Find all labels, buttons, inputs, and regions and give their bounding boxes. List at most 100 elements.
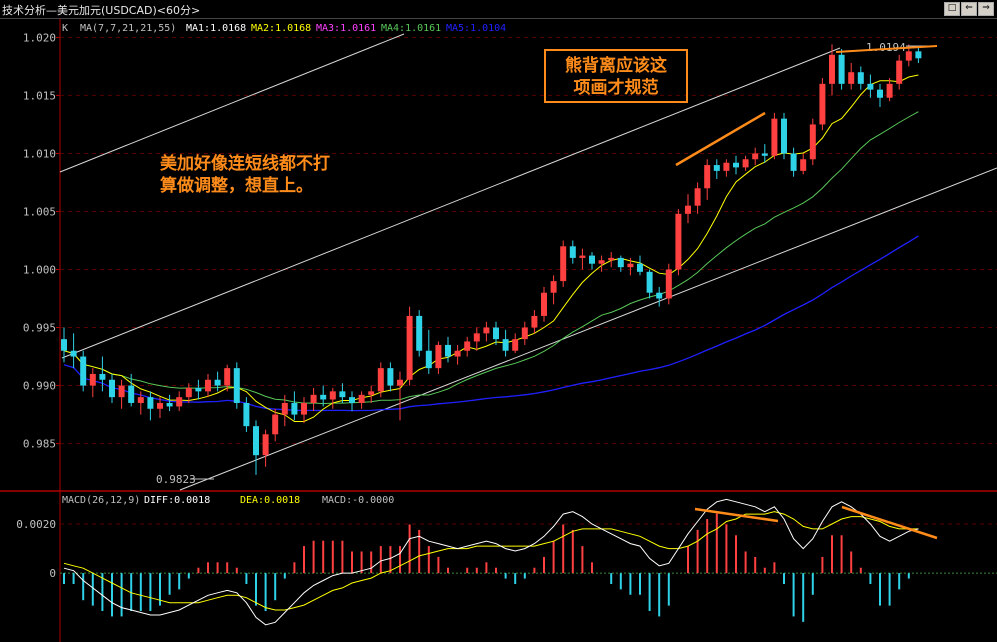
y-tick-label: 1.020 [23,31,56,44]
candle-body [281,402,288,415]
candle-body [89,373,96,386]
candle-body [800,159,807,171]
candle-body [598,260,605,264]
candle-body [464,341,471,351]
window-title: 技术分析—美元加元(USDCAD)<60分> [2,4,201,17]
title-bar: 技术分析—美元加元(USDCAD)<60分> ⇐ ⇒ □ [0,0,997,19]
ma-params-label: MA(7,7,21,21,55) [80,23,176,34]
candle-body [176,397,183,407]
candle-body [61,339,67,351]
candle-body [608,257,615,261]
candle-body [838,54,845,84]
candle-body [848,72,855,84]
dea-line [63,511,919,611]
candle-body [656,292,663,299]
note-box-line: 熊背离应该这 [565,55,667,76]
candle-body [733,162,739,168]
macd-legend-item: DIFF:0.0018 [144,495,210,506]
candle-body [397,379,403,386]
channel-line-top [59,33,405,173]
candle-body [291,402,298,415]
candle-body [406,315,413,380]
note-left-line: 美加好像连短线都不打 [160,153,330,174]
ma-legend-item: MA4:1.0161 [381,23,441,34]
candle-body [877,89,883,98]
candle-body [262,434,269,456]
candle-body [473,333,480,342]
candle-body [905,51,912,61]
y-tick-label: 0.985 [23,438,56,451]
candle-body [915,51,922,59]
candle-body [243,402,250,427]
divergence-line-macd-2 [841,505,938,540]
candle-body [531,315,538,328]
candle-body [685,205,691,214]
candle-body [483,327,490,334]
candle-body [790,153,797,171]
candle-body [867,83,874,90]
candle-body [752,153,759,160]
candle-body [214,379,221,386]
candle-body [137,397,144,403]
candle-body [675,213,682,270]
macd-y-tick-label: 0 [49,567,56,580]
candle-body [857,72,864,84]
candle-body [704,165,711,189]
note-left-line: 算做调整，想直上。 [159,175,313,196]
candle-body [617,257,624,268]
candle-body [185,387,192,398]
candle-body [310,394,317,403]
candle-body [166,402,173,407]
candle-body [253,426,259,456]
ma-legend-item: MA5:1.0104 [446,23,506,34]
ma5-line [63,235,919,412]
candle-body [589,255,595,264]
candle-body [569,246,576,258]
candle-body [637,263,643,272]
candle-body [646,271,653,293]
candle-body [118,385,125,398]
candle-body [809,124,816,160]
diff-line [63,498,919,626]
y-tick-label: 1.005 [23,205,56,218]
candle-body [128,385,135,403]
back-button[interactable]: ⇐ [961,2,977,16]
candle-body [70,350,77,357]
y-tick-label: 1.010 [23,147,56,160]
candle-body [80,356,87,386]
candle-body [425,350,432,369]
candle-body [147,397,154,409]
candle-body [694,188,701,206]
ma-legend-item: MA3:1.0161 [316,23,376,34]
candle-body [435,344,442,369]
macd-legend-item: MACD(26,12,9) [62,495,140,506]
candle-body [301,402,307,415]
candle-body [781,118,787,154]
candle-body [829,54,835,84]
candle-body [233,368,240,403]
candle-body [541,292,547,316]
candle-body [560,246,567,282]
candle-body [521,327,528,340]
candle-body [627,263,634,268]
candle-body [339,391,346,398]
candle-body [377,368,384,392]
chart-window: 1.020 1.015 1.010 1.005 1.000 0.995 0.990 0.985… [0,0,997,642]
candle-body [157,402,163,409]
candle-body [512,339,519,351]
indicator-prefix: K [62,23,68,34]
ma-legend-item: MA2:1.0168 [251,23,311,34]
candle-body [416,315,423,351]
candle-body [896,60,903,84]
candle-body [579,255,586,258]
candle-body [109,379,115,398]
ma2-line [63,74,919,422]
macd-y-tick-label: 0.0020 [16,518,56,531]
candle-body [99,373,106,380]
macd-legend-item: MACD:-0.0000 [322,495,394,506]
candle-body [205,379,211,392]
y-tick-label: 1.000 [23,264,56,277]
restore-button[interactable]: □ [944,2,960,16]
forward-button[interactable]: ⇒ [978,2,994,16]
candle-body [387,368,394,386]
